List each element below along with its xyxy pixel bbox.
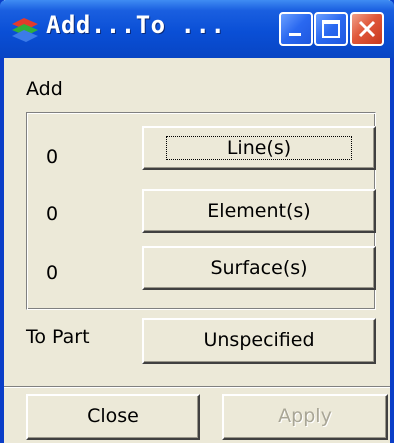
title-bar[interactable]: Add...To ...: [0, 0, 394, 58]
maximize-button[interactable]: [314, 12, 348, 46]
line-count: 0: [46, 146, 59, 168]
close-icon: [358, 20, 376, 38]
window-title: Add...To ...: [46, 11, 226, 39]
to-part-label: To Part: [26, 326, 90, 348]
element-count: 0: [46, 203, 59, 225]
dialog-window: Add...To ... Add 0 Line(s) 0 Element(s) …: [0, 0, 394, 443]
close-button[interactable]: Close: [26, 394, 200, 440]
surfaces-button[interactable]: Surface(s): [142, 246, 376, 290]
close-window-button[interactable]: [350, 12, 384, 46]
part-select-button-label: Unspecified: [203, 329, 315, 351]
separator: [4, 386, 390, 388]
elements-button-label: Element(s): [207, 200, 311, 222]
lines-button[interactable]: Line(s): [142, 126, 376, 170]
maximize-icon: [322, 20, 340, 38]
minimize-icon: [289, 33, 301, 36]
lines-button-label: Line(s): [165, 136, 353, 160]
elements-button[interactable]: Element(s): [142, 189, 376, 233]
surface-count: 0: [46, 262, 59, 284]
menu-item-add[interactable]: Add: [26, 78, 63, 100]
part-select-button[interactable]: Unspecified: [142, 318, 376, 364]
app-icon: [12, 18, 38, 42]
close-button-label: Close: [87, 405, 139, 427]
surfaces-button-label: Surface(s): [210, 257, 308, 279]
minimize-button[interactable]: [279, 12, 313, 46]
apply-button-label: Apply: [278, 405, 332, 427]
apply-button[interactable]: Apply: [222, 394, 388, 440]
